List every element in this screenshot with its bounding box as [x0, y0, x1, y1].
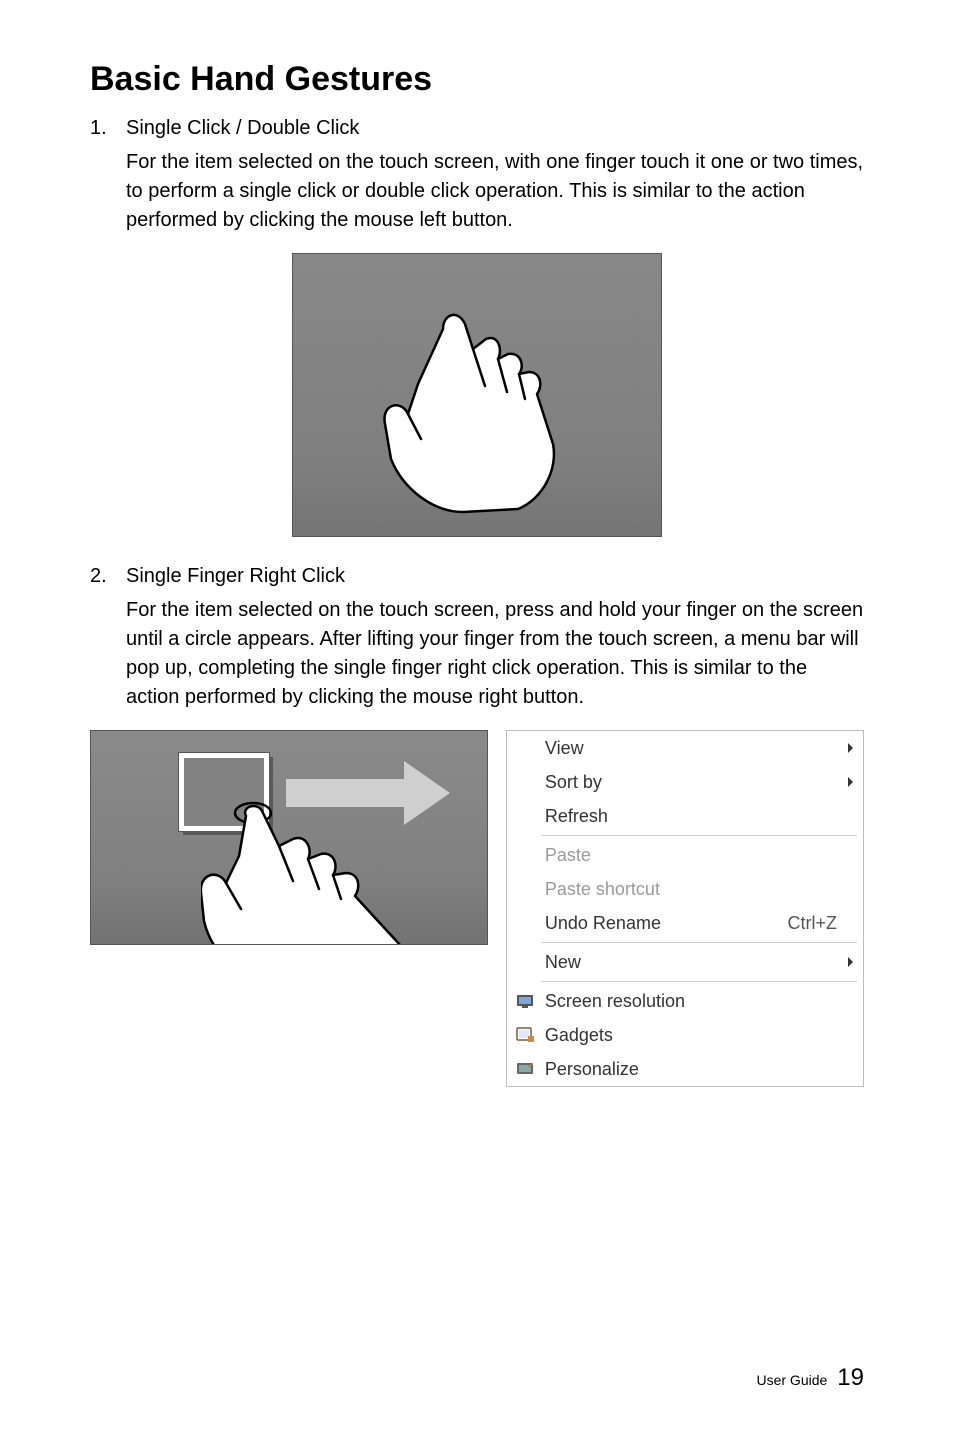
menu-separator [541, 942, 857, 943]
ctx-item-refresh[interactable]: Refresh [507, 799, 863, 833]
ctx-label: Personalize [537, 1059, 853, 1080]
context-menu: View Sort by Refresh Paste Paste shortcu… [506, 730, 864, 1087]
page-number: 19 [837, 1364, 864, 1392]
gesture-illustration-2 [90, 730, 488, 945]
figure-single-click [90, 253, 864, 537]
list-item-1: 1. Single Click / Double Click [90, 117, 864, 140]
ctx-item-paste: Paste [507, 838, 863, 872]
submenu-arrow-icon [848, 743, 853, 753]
gadgets-icon [513, 1025, 537, 1045]
ctx-label: Screen resolution [537, 991, 853, 1012]
section-heading: Basic Hand Gestures [90, 60, 864, 99]
blank-icon [513, 806, 537, 826]
blank-icon [513, 738, 537, 758]
list-number: 2. [90, 565, 126, 588]
gesture-illustration-1 [292, 253, 662, 537]
figure-right-click: View Sort by Refresh Paste Paste shortcu… [90, 730, 864, 1087]
blank-icon [513, 879, 537, 899]
hand-tap-icon [293, 254, 662, 537]
ctx-item-sortby[interactable]: Sort by [507, 765, 863, 799]
list-body-1: For the item selected on the touch scree… [126, 148, 864, 235]
ctx-label: Paste shortcut [537, 879, 853, 900]
ctx-item-view[interactable]: View [507, 731, 863, 765]
blank-icon [513, 952, 537, 972]
ctx-shortcut: Ctrl+Z [788, 913, 854, 934]
submenu-arrow-icon [848, 777, 853, 787]
ctx-item-gadgets[interactable]: Gadgets [507, 1018, 863, 1052]
ctx-item-personalize[interactable]: Personalize [507, 1052, 863, 1086]
menu-separator [541, 981, 857, 982]
ctx-label: Sort by [537, 772, 848, 793]
blank-icon [513, 772, 537, 792]
ctx-label: Gadgets [537, 1025, 853, 1046]
blank-icon [513, 845, 537, 865]
ctx-item-screen-resolution[interactable]: Screen resolution [507, 984, 863, 1018]
screen-resolution-icon [513, 991, 537, 1011]
ctx-label: Undo Rename [537, 913, 788, 934]
menu-separator [541, 835, 857, 836]
list-title: Single Finger Right Click [126, 565, 345, 588]
ctx-item-new[interactable]: New [507, 945, 863, 979]
personalize-icon [513, 1059, 537, 1079]
ctx-item-undo-rename[interactable]: Undo Rename Ctrl+Z [507, 906, 863, 940]
hand-hold-icon [201, 801, 488, 945]
blank-icon [513, 913, 537, 933]
ctx-label: Refresh [537, 806, 853, 827]
footer-label: User Guide [756, 1372, 827, 1388]
list-body-2: For the item selected on the touch scree… [126, 596, 864, 712]
page-footer: User Guide 19 [756, 1364, 864, 1392]
ctx-item-paste-shortcut: Paste shortcut [507, 872, 863, 906]
list-item-2: 2. Single Finger Right Click [90, 565, 864, 588]
submenu-arrow-icon [848, 957, 853, 967]
list-number: 1. [90, 117, 126, 140]
list-title: Single Click / Double Click [126, 117, 359, 140]
ctx-label: View [537, 738, 848, 759]
ctx-label: Paste [537, 845, 853, 866]
ctx-label: New [537, 952, 848, 973]
